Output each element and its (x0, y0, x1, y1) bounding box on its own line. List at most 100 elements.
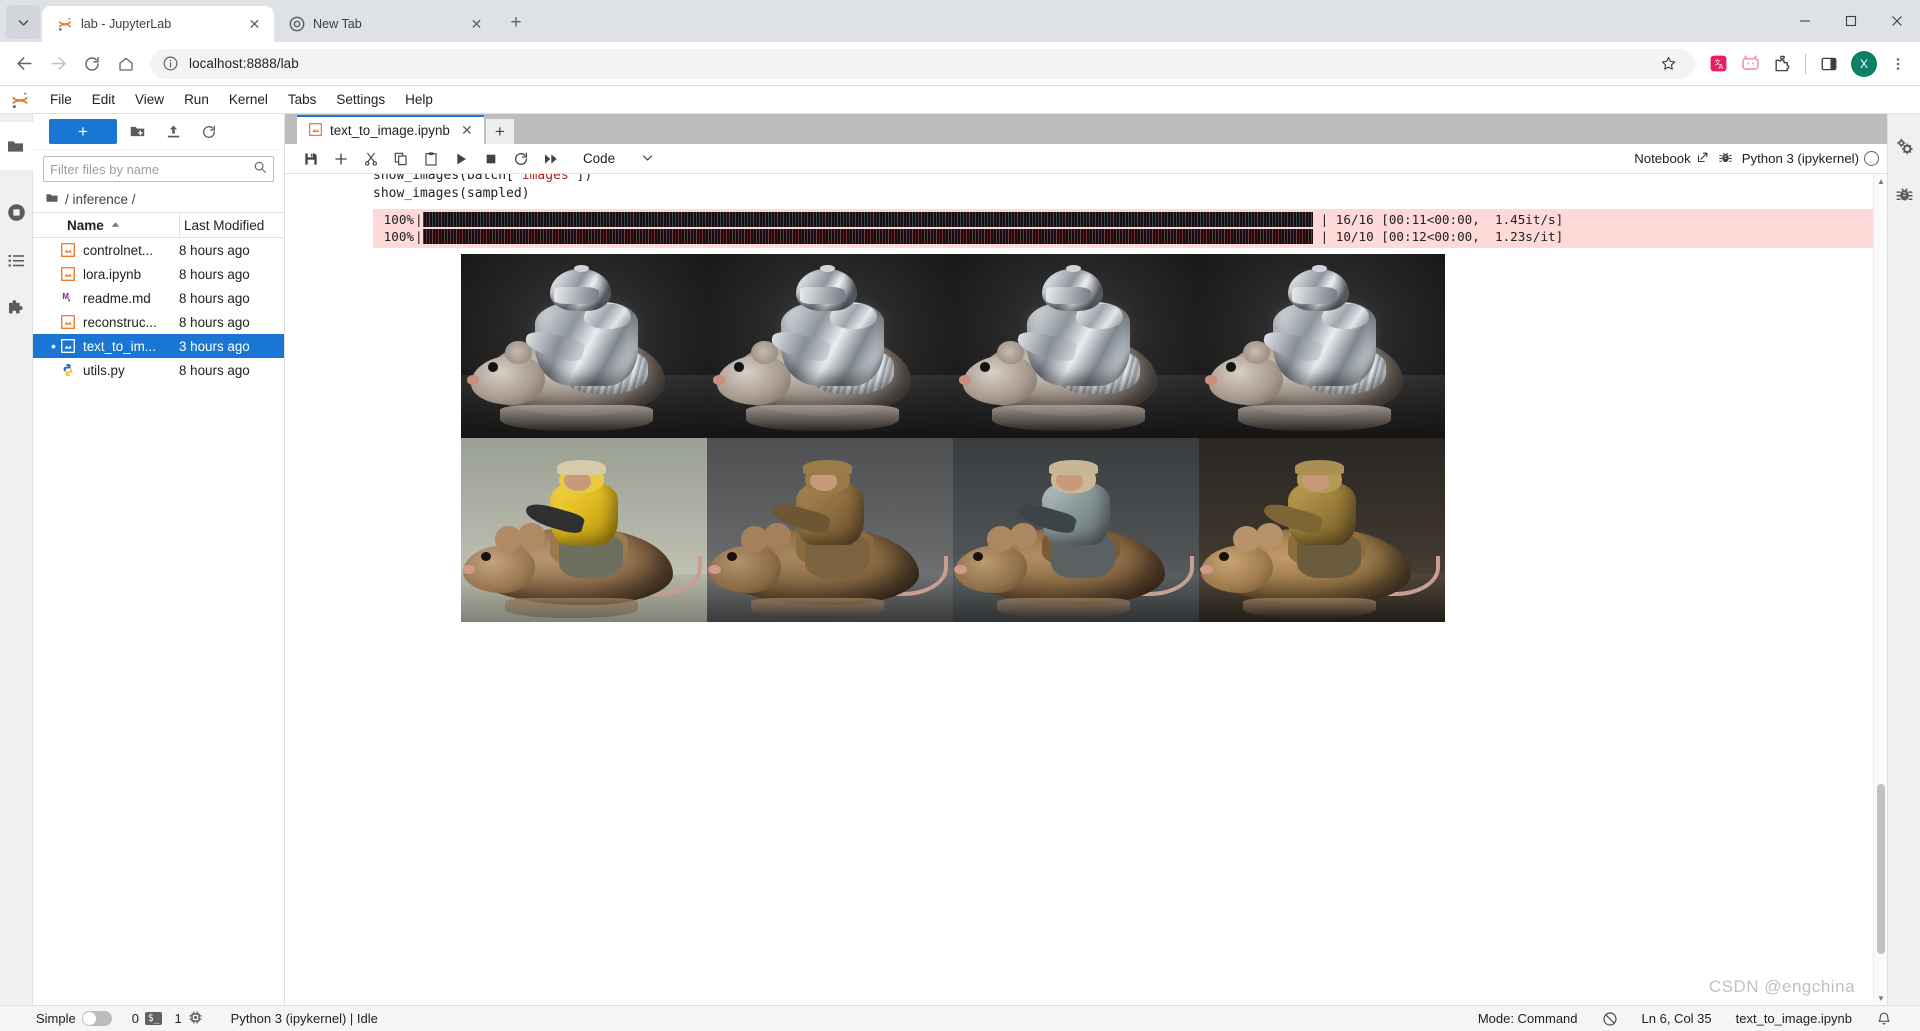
new-notebook-tab-button[interactable]: + (485, 119, 514, 144)
kernel-select-button[interactable]: Python 3 (ipykernel) (1742, 151, 1879, 166)
restart-and-run-all-button[interactable] (537, 146, 565, 172)
scroll-up-arrow[interactable]: ▲ (1874, 174, 1887, 188)
progress-bar-segment (989, 212, 991, 227)
back-button[interactable] (8, 48, 40, 80)
restart-kernel-button[interactable] (507, 146, 535, 172)
extensions-puzzle-icon[interactable] (1767, 49, 1797, 79)
sidebar-item-file-browser[interactable] (0, 122, 33, 170)
menu-tabs[interactable]: Tabs (278, 87, 327, 113)
file-row-utils[interactable]: utils.py 8 hours ago (33, 358, 284, 382)
address-bar[interactable]: localhost:8888/lab (150, 48, 1695, 79)
tab-search-button[interactable] (6, 5, 40, 39)
bookmark-star-icon[interactable] (1653, 49, 1683, 79)
progress-bar-segment (470, 229, 472, 244)
notebook-mode-button[interactable]: Notebook (1634, 151, 1708, 167)
file-row-controlnet[interactable]: controlnet... 8 hours ago (33, 238, 284, 262)
debugger-toggle-button[interactable] (1718, 150, 1733, 168)
menu-help[interactable]: Help (395, 87, 443, 113)
progress-bar-segment (1247, 229, 1249, 244)
progress-bar-segment (482, 229, 484, 244)
menu-kernel[interactable]: Kernel (219, 87, 278, 113)
menu-settings[interactable]: Settings (326, 87, 395, 113)
translate-extension-icon[interactable]: 文 A (1703, 49, 1733, 79)
scroll-down-arrow[interactable]: ▼ (1874, 991, 1887, 1005)
refresh-file-list-button[interactable] (193, 119, 225, 145)
copy-cell-button[interactable] (387, 146, 415, 172)
window-minimize-button[interactable] (1782, 0, 1828, 42)
cut-cell-button[interactable] (357, 146, 385, 172)
menu-edit[interactable]: Edit (82, 87, 125, 113)
progress-bar-segment (530, 212, 532, 227)
save-button[interactable] (297, 146, 325, 172)
new-tab-button[interactable]: + (502, 9, 530, 37)
cell-type-select[interactable]: Code (577, 147, 660, 171)
upload-button[interactable] (157, 119, 189, 145)
simple-interface-toggle[interactable]: Simple (32, 1009, 116, 1028)
home-button[interactable] (110, 48, 142, 80)
sidebar-item-table-of-contents[interactable] (0, 236, 33, 284)
file-row-readme[interactable]: M readme.md 8 hours ago (33, 286, 284, 310)
file-row-lora[interactable]: lora.ipynb 8 hours ago (33, 262, 284, 286)
code-line-0[interactable]: show_images(batch["images"]) (285, 174, 1873, 185)
notebook-mode-status[interactable]: Mode: Command (1474, 1009, 1582, 1028)
file-filter-box[interactable] (43, 156, 274, 182)
progress-bar-segment (965, 229, 967, 244)
notebook-vertical-scrollbar[interactable]: ▲ ▼ (1873, 174, 1887, 1005)
file-row-text-to-image[interactable]: • text_to_im... 3 hours ago (33, 334, 284, 358)
progress-pipe: | (415, 228, 423, 244)
progress-bar-segment (962, 212, 964, 227)
progress-bar-segment (1046, 229, 1048, 244)
run-cell-button[interactable] (447, 146, 475, 172)
breadcrumb[interactable]: / inference / (33, 186, 284, 212)
reload-button[interactable] (76, 48, 108, 80)
notebook-tab-close-button[interactable]: ✕ (458, 122, 476, 140)
terminal-count-status[interactable]: 0 $_ 1 (128, 1008, 207, 1030)
window-maximize-button[interactable] (1828, 0, 1874, 42)
new-folder-button[interactable] (121, 119, 153, 145)
bilibili-extension-icon[interactable] (1735, 49, 1765, 79)
search-input[interactable] (50, 161, 247, 177)
generated-image-grid (373, 254, 1873, 622)
progress-bar-segment (992, 212, 994, 227)
generated-image-knight-rat (1199, 254, 1445, 438)
menu-file[interactable]: File (40, 87, 82, 113)
browser-tab-newtab[interactable]: New Tab ✕ (274, 6, 496, 42)
menu-view[interactable]: View (125, 87, 174, 113)
progress-bar-segment (569, 229, 571, 244)
sidebar-item-extension-manager[interactable] (0, 284, 33, 332)
no-entry-icon[interactable] (1598, 1009, 1622, 1029)
new-launcher-button[interactable]: + (49, 119, 117, 144)
browser-tab-jupyterlab[interactable]: lab - JupyterLab ✕ (42, 6, 274, 42)
progress-bar-segment (965, 212, 967, 227)
column-header-name[interactable]: Name (33, 218, 179, 233)
progress-bar-segment (560, 212, 562, 227)
sidebar-item-property-inspector[interactable] (1888, 122, 1920, 170)
column-header-last-modified[interactable]: Last Modified (179, 213, 284, 237)
progress-bar-segment (1235, 229, 1237, 244)
interrupt-kernel-button[interactable] (477, 146, 505, 172)
sidebar-item-running[interactable] (0, 188, 33, 236)
cursor-position-status[interactable]: Ln 6, Col 35 (1638, 1009, 1716, 1028)
progress-bar-segment (755, 212, 757, 227)
window-close-button[interactable] (1874, 0, 1920, 42)
menu-run[interactable]: Run (174, 87, 219, 113)
side-panel-icon[interactable] (1814, 49, 1844, 79)
forward-button[interactable] (42, 48, 74, 80)
progress-bar-segment (938, 229, 940, 244)
kernel-status-text[interactable]: Python 3 (ipykernel) | Idle (227, 1009, 382, 1028)
insert-cell-button[interactable] (327, 146, 355, 172)
browser-tab-close-button[interactable]: ✕ (467, 15, 486, 34)
notebook-tab-text-to-image[interactable]: text_to_image.ipynb ✕ (297, 115, 484, 144)
profile-avatar[interactable]: X (1851, 50, 1877, 77)
notifications-button[interactable] (1872, 1009, 1896, 1029)
browser-tab-close-button[interactable]: ✕ (245, 15, 264, 34)
sidebar-item-debugger[interactable] (1888, 170, 1920, 218)
three-dots-vertical-icon[interactable] (1884, 49, 1912, 79)
toggle-switch[interactable] (81, 1011, 112, 1026)
active-file-status[interactable]: text_to_image.ipynb (1732, 1009, 1856, 1028)
scrollbar-thumb[interactable] (1877, 784, 1885, 954)
code-line-1[interactable]: show_images(sampled) (285, 185, 1873, 203)
file-row-reconstruction[interactable]: reconstruc... 8 hours ago (33, 310, 284, 334)
paste-cell-button[interactable] (417, 146, 445, 172)
progress-bar-segment (1010, 229, 1012, 244)
